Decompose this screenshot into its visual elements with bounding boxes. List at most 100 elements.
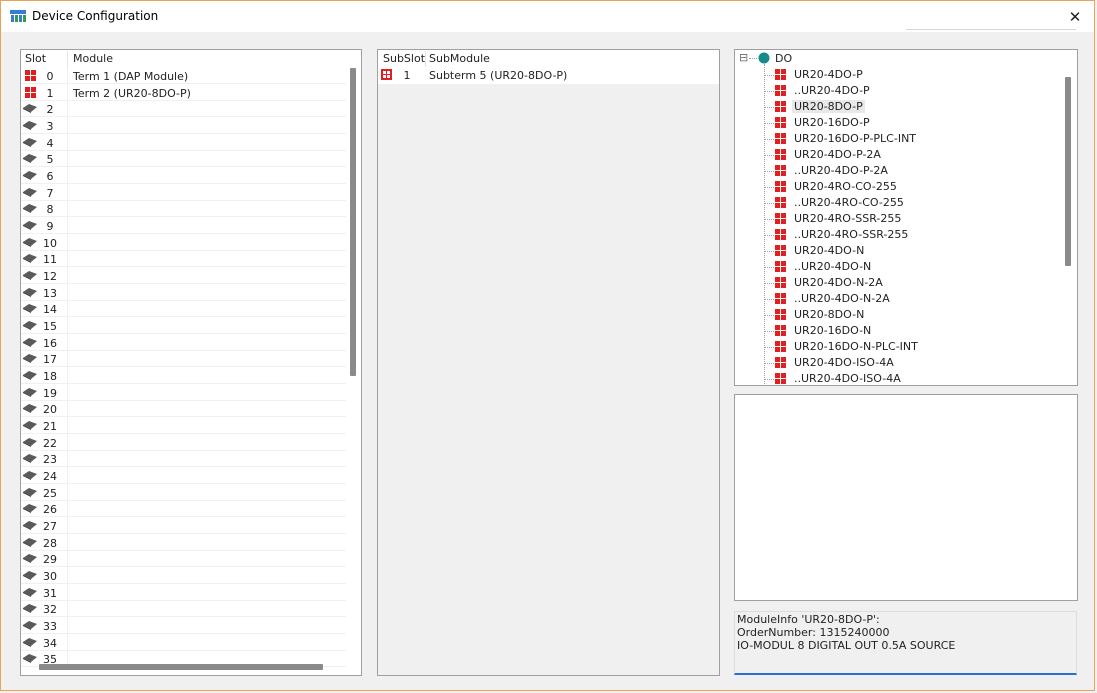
- slot-module-list[interactable]: Slot Module 0 Term 1 (DAP Module) 1 Term 2 …: [20, 49, 362, 676]
- table-row[interactable]: 29: [21, 551, 346, 568]
- table-row[interactable]: 26: [21, 501, 346, 518]
- table-row[interactable]: 3: [21, 118, 346, 134]
- table-row[interactable]: 11: [21, 251, 346, 268]
- empty-slot-icon: [23, 371, 37, 381]
- subslot-row[interactable]: 1 Subterm 5 (UR20-8DO-P): [378, 67, 719, 83]
- tree-connector: [764, 123, 774, 124]
- table-row[interactable]: 1 Term 2 (UR20-8DO-P): [21, 85, 346, 101]
- module-details-panel: [734, 394, 1078, 601]
- catalog-tree-item[interactable]: ..UR20-4DO-P-2A: [764, 163, 1054, 179]
- table-row[interactable]: 28: [21, 535, 346, 551]
- close-button[interactable]: ✕: [1056, 1, 1094, 32]
- catalog-tree-item[interactable]: UR20-16DO-P: [764, 115, 1054, 131]
- catalog-tree-item[interactable]: UR20-8DO-P: [764, 99, 1054, 115]
- slot-number: 27: [43, 520, 57, 534]
- table-row[interactable]: 9: [21, 218, 346, 235]
- tree-connector: [764, 171, 774, 172]
- table-row[interactable]: 17: [21, 351, 346, 368]
- table-row[interactable]: 6: [21, 168, 346, 185]
- table-row[interactable]: 10: [21, 235, 346, 251]
- slot-number: 19: [43, 386, 57, 400]
- table-row[interactable]: 24: [21, 468, 346, 485]
- slot-number: 23: [43, 453, 57, 467]
- table-row[interactable]: 14: [21, 301, 346, 318]
- submodule-icon: [381, 69, 392, 80]
- table-row[interactable]: 23: [21, 451, 346, 468]
- catalog-tree-item[interactable]: UR20-4RO-SSR-255: [764, 211, 1054, 227]
- table-row[interactable]: 33: [21, 618, 346, 635]
- table-row[interactable]: 7: [21, 185, 346, 201]
- module-icon: [775, 341, 786, 352]
- catalog-tree-item[interactable]: UR20-8DO-N: [764, 307, 1054, 323]
- catalog-tree-item[interactable]: UR20-16DO-N: [764, 323, 1054, 339]
- catalog-tree-item[interactable]: UR20-16DO-P-PLC-INT: [764, 131, 1054, 147]
- catalog-tree-item[interactable]: UR20-4DO-N: [764, 243, 1054, 259]
- table-row[interactable]: 31: [21, 585, 346, 601]
- empty-slot-icon: [23, 287, 37, 297]
- slot-number: 25: [43, 486, 57, 500]
- table-row[interactable]: 25: [21, 485, 346, 501]
- submodule-column-header[interactable]: SubModule: [429, 50, 490, 67]
- empty-slot-icon: [23, 637, 37, 647]
- catalog-tree-item[interactable]: UR20-4DO-P: [764, 67, 1054, 83]
- empty-slot-icon: [23, 437, 37, 447]
- empty-slot-icon: [23, 187, 37, 197]
- vertical-scrollbar-thumb[interactable]: [1065, 77, 1071, 266]
- catalog-item-label: ..UR20-4DO-P-2A: [794, 164, 888, 177]
- module-info-box[interactable]: ModuleInfo 'UR20-8DO-P': OrderNumber: 13…: [734, 611, 1077, 675]
- slot-number: 4: [46, 136, 54, 150]
- table-row[interactable]: 8: [21, 201, 346, 218]
- slot-number: 8: [46, 203, 54, 217]
- catalog-tree-item[interactable]: ..UR20-4RO-SSR-255: [764, 227, 1054, 243]
- catalog-tree-item[interactable]: UR20-4DO-P-2A: [764, 147, 1054, 163]
- slot-column-header[interactable]: Slot: [25, 50, 47, 67]
- table-row[interactable]: 2: [21, 101, 346, 118]
- table-row[interactable]: 4: [21, 135, 346, 151]
- empty-slot-icon: [23, 104, 37, 114]
- empty-slot-icon: [23, 537, 37, 547]
- tree-connector: [764, 331, 774, 332]
- module-column-header[interactable]: Module: [73, 50, 113, 67]
- catalog-tree-item[interactable]: UR20-4RO-CO-255: [764, 179, 1054, 195]
- table-row[interactable]: 27: [21, 518, 346, 535]
- table-row[interactable]: 0 Term 1 (DAP Module): [21, 68, 346, 84]
- module-name: Term 1 (DAP Module): [73, 70, 189, 83]
- slot-number: 15: [43, 320, 57, 334]
- tree-connector: [764, 187, 774, 188]
- empty-slot-icon: [23, 237, 37, 247]
- table-row[interactable]: 19: [21, 385, 346, 401]
- subslot-column-header[interactable]: SubSlot: [383, 50, 426, 67]
- table-row[interactable]: 32: [21, 601, 346, 618]
- table-row[interactable]: 5: [21, 151, 346, 168]
- horizontal-scrollbar-thumb[interactable]: [39, 664, 323, 670]
- table-row[interactable]: 21: [21, 418, 346, 435]
- table-row[interactable]: 20: [21, 401, 346, 418]
- tree-connector: [764, 299, 774, 300]
- slot-number: 2: [46, 103, 54, 117]
- catalog-tree-item[interactable]: ..UR20-4DO-N-2A: [764, 291, 1054, 307]
- subslot-submodule-list[interactable]: SubSlot SubModule 1 Subterm 5 (UR20-8DO-…: [377, 49, 720, 676]
- catalog-tree-item[interactable]: ..UR20-4RO-CO-255: [764, 195, 1054, 211]
- vertical-scrollbar-thumb[interactable]: [350, 68, 356, 376]
- table-row[interactable]: 22: [21, 435, 346, 451]
- collapse-toggle[interactable]: ⊟: [739, 51, 748, 64]
- catalog-tree-item[interactable]: ..UR20-4DO-P: [764, 83, 1054, 99]
- catalog-tree-item[interactable]: UR20-16DO-N-PLC-INT: [764, 339, 1054, 355]
- catalog-tree-item[interactable]: UR20-4DO-N-2A: [764, 275, 1054, 291]
- table-row[interactable]: 34: [21, 635, 346, 651]
- table-row[interactable]: 18: [21, 368, 346, 385]
- catalog-tree-item[interactable]: ..UR20-4DO-ISO-4A: [764, 371, 1054, 385]
- empty-slot-icon: [23, 204, 37, 214]
- header-divider: [425, 51, 426, 67]
- table-row[interactable]: 12: [21, 268, 346, 285]
- table-row[interactable]: 13: [21, 285, 346, 301]
- catalog-tree-item[interactable]: ..UR20-4DO-N: [764, 259, 1054, 275]
- module-catalog-tree[interactable]: ⊟ DO UR20-4DO-P ..UR20-4DO-P UR20-8DO-P UR2…: [734, 49, 1078, 386]
- catalog-item-label: ..UR20-4RO-SSR-255: [794, 228, 909, 241]
- catalog-tree-item[interactable]: UR20-4DO-ISO-4A: [764, 355, 1054, 371]
- table-row[interactable]: 30: [21, 568, 346, 585]
- table-row[interactable]: 15: [21, 318, 346, 335]
- catalog-item-label: ..UR20-4DO-ISO-4A: [794, 372, 901, 385]
- tree-root-label[interactable]: DO: [775, 52, 792, 65]
- table-row[interactable]: 16: [21, 335, 346, 351]
